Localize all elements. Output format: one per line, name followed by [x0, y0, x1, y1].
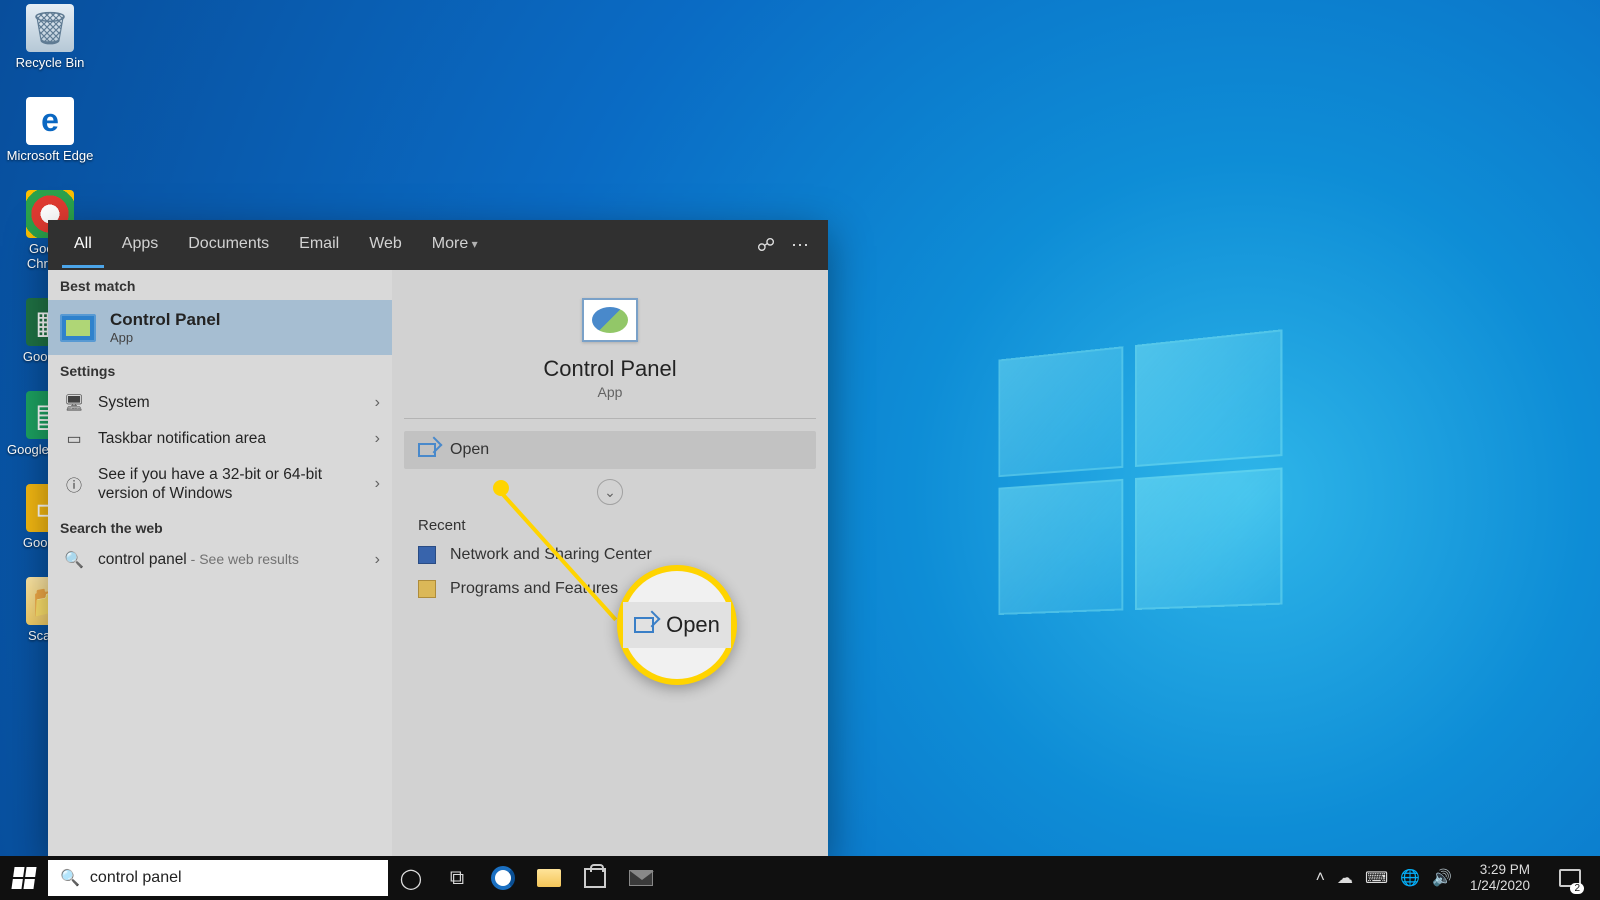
web-search-hint: - See web results	[187, 551, 299, 567]
network-icon	[418, 546, 436, 564]
search-tabs: All Apps Documents Email Web More ☍ ⋯	[48, 220, 828, 270]
taskbar-store[interactable]	[572, 856, 618, 900]
settings-item-taskbar-notification[interactable]: ▭ Taskbar notification area ›	[48, 421, 392, 457]
recycle-bin-icon: 🗑	[26, 4, 74, 52]
taskbar-edge[interactable]	[480, 856, 526, 900]
tab-documents[interactable]: Documents	[176, 223, 281, 268]
system-tray: ˄ ☁ ⌨ 🌐 🔊 3:29 PM 1/24/2020 2	[1316, 856, 1600, 900]
open-action[interactable]: Open	[404, 431, 816, 469]
hero-subtitle: App	[598, 384, 623, 400]
annotation-zoom-label: Open	[666, 612, 720, 638]
settings-item-label: See if you have a 32-bit or 64-bit versi…	[98, 465, 338, 504]
info-icon: ⓘ	[64, 474, 84, 494]
taskbar-icon: ▭	[64, 429, 84, 449]
recent-item-network[interactable]: Network and Sharing Center	[404, 538, 816, 572]
settings-label: Settings	[48, 355, 392, 385]
chevron-right-icon: ›	[375, 394, 380, 412]
expand-actions-button[interactable]: ⌄	[597, 479, 623, 505]
open-icon	[418, 443, 436, 457]
tray-onedrive-icon[interactable]: ☁	[1337, 868, 1353, 888]
tab-email[interactable]: Email	[287, 223, 351, 268]
monitor-icon: 🖥	[64, 393, 84, 413]
tab-all[interactable]: All	[62, 223, 104, 268]
desktop-icon-recycle-bin[interactable]: 🗑 Recycle Bin	[6, 4, 94, 71]
best-match-subtitle: App	[110, 330, 221, 345]
windows-logo-icon	[11, 867, 36, 889]
annotation-zoom-circle: Open	[617, 565, 737, 685]
web-search-term: control panel	[98, 551, 187, 568]
control-panel-large-icon	[582, 298, 638, 342]
taskbar-mail[interactable]	[618, 856, 664, 900]
clock-time: 3:29 PM	[1470, 862, 1530, 878]
settings-item-label: System	[98, 393, 150, 412]
notification-count: 2	[1570, 883, 1584, 894]
chevron-right-icon: ›	[375, 475, 380, 493]
tray-network-icon[interactable]: 🌐	[1400, 868, 1420, 888]
search-web-label: Search the web	[48, 512, 392, 542]
programs-icon	[418, 580, 436, 598]
panel-more-icon[interactable]: ⋯	[786, 235, 814, 256]
wallpaper-windows-logo	[998, 329, 1282, 615]
taskbar-search-box[interactable]: 🔍	[48, 860, 388, 896]
desktop-icon-edge[interactable]: e Microsoft Edge	[6, 97, 94, 164]
result-hero: Control Panel App	[404, 270, 816, 419]
edge-icon: e	[26, 97, 74, 145]
open-icon	[634, 617, 654, 633]
taskbar-clock[interactable]: 3:29 PM 1/24/2020	[1464, 862, 1536, 893]
best-match-label: Best match	[48, 270, 392, 300]
best-match-result[interactable]: Control Panel App	[48, 300, 392, 355]
action-center-button[interactable]: 2	[1548, 856, 1592, 900]
hero-title: Control Panel	[543, 356, 676, 382]
folder-icon	[537, 869, 561, 887]
store-icon	[584, 868, 606, 888]
tab-apps[interactable]: Apps	[110, 223, 170, 268]
mail-icon	[629, 870, 653, 886]
clock-date: 1/24/2020	[1470, 878, 1530, 894]
cortana-button[interactable]: ◯	[388, 856, 434, 900]
settings-item-system[interactable]: 🖥 System ›	[48, 385, 392, 421]
search-icon: 🔍	[64, 550, 84, 570]
edge-icon	[491, 866, 515, 890]
tab-more[interactable]: More	[420, 223, 490, 268]
desktop-icon-label: Recycle Bin	[6, 56, 94, 71]
chevron-right-icon: ›	[375, 430, 380, 448]
recent-label: Recent	[404, 509, 816, 538]
best-match-title: Control Panel	[110, 310, 221, 330]
recent-item-programs[interactable]: Programs and Features	[404, 572, 816, 606]
feedback-icon[interactable]: ☍	[752, 235, 780, 256]
task-view-button[interactable]: ⧉	[434, 856, 480, 900]
settings-item-bit-version[interactable]: ⓘ See if you have a 32-bit or 64-bit ver…	[48, 457, 392, 512]
tray-chevron-up-icon[interactable]: ˄	[1316, 869, 1325, 887]
tray-input-icon[interactable]: ⌨	[1365, 868, 1388, 888]
taskbar-search-input[interactable]	[90, 869, 376, 887]
control-panel-icon	[60, 314, 96, 342]
search-right-column: Control Panel App Open ⌄ Recent Network …	[392, 270, 828, 860]
start-search-panel: All Apps Documents Email Web More ☍ ⋯ Be…	[48, 220, 828, 860]
search-left-column: Best match Control Panel App Settings 🖥 …	[48, 270, 392, 860]
taskbar-file-explorer[interactable]	[526, 856, 572, 900]
tab-web[interactable]: Web	[357, 223, 414, 268]
chevron-right-icon: ›	[375, 551, 380, 569]
settings-item-label: Taskbar notification area	[98, 429, 266, 448]
taskbar: 🔍 ◯ ⧉ ˄ ☁ ⌨ 🌐 🔊 3:29 PM 1/24/2020 2	[0, 856, 1600, 900]
open-label: Open	[450, 441, 489, 459]
search-icon: 🔍	[60, 868, 80, 888]
desktop-icon-label: Microsoft Edge	[6, 149, 94, 164]
web-search-row[interactable]: 🔍 control panel - See web results ›	[48, 542, 392, 578]
start-button[interactable]	[0, 856, 48, 900]
tray-volume-icon[interactable]: 🔊	[1432, 868, 1452, 888]
